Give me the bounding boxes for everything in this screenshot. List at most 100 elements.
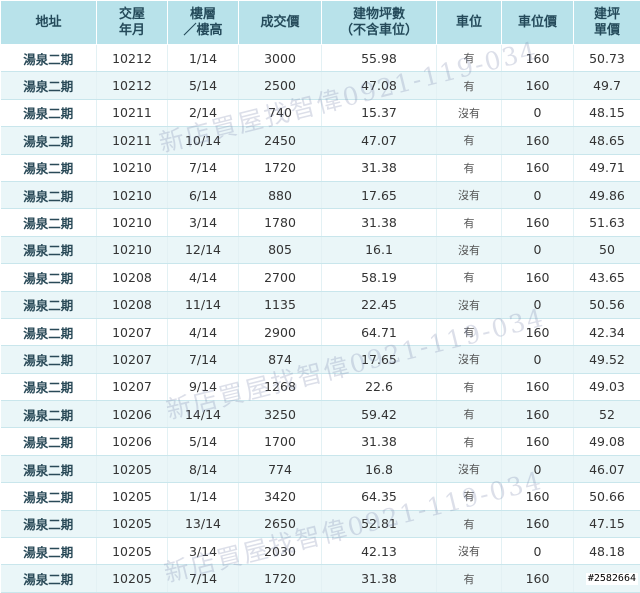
cell-floor: 11/14 [168, 291, 239, 318]
cell-price: 2700 [239, 264, 322, 291]
cell-floor: 2/14 [168, 99, 239, 126]
cell-address: 湯泉二期 [1, 291, 97, 318]
cell-unit-price: 49.71 [574, 154, 640, 181]
cell-parking-price: 160 [502, 483, 574, 510]
cell-area: 22.6 [322, 373, 437, 400]
cell-floor: 9/14 [168, 373, 239, 400]
cell-address: 湯泉二期 [1, 154, 97, 181]
table-header: 地址交屋年月樓層／樓高成交價建物坪數（不含車位）車位車位價建坪單價 [1, 1, 640, 45]
cell-price: 1720 [239, 565, 322, 592]
cell-unit-price: 50.73 [574, 45, 640, 72]
cell-unit-price: 51.63 [574, 209, 640, 236]
cell-price: 2030 [239, 538, 322, 565]
table-row: 湯泉二期102077/1487417.65沒有049.52 [1, 346, 640, 373]
table-row: 湯泉二期102058/1477416.8沒有046.07 [1, 455, 640, 482]
column-header-label: 車位 [437, 15, 501, 31]
cell-floor: 5/14 [168, 72, 239, 99]
table-row: 湯泉二期102121/14300055.98有16050.73 [1, 45, 640, 72]
cell-floor: 5/14 [168, 428, 239, 455]
cell-move-in-date: 10210 [97, 154, 168, 181]
cell-unit-price: 49.52 [574, 346, 640, 373]
cell-parking: 沒有 [437, 99, 502, 126]
cell-parking-price: 0 [502, 291, 574, 318]
cell-parking: 有 [437, 154, 502, 181]
column-header-label: 地址 [1, 15, 96, 31]
cell-parking-price: 160 [502, 318, 574, 345]
cell-area: 31.38 [322, 565, 437, 592]
cell-parking: 有 [437, 209, 502, 236]
column-header-unit-price: 建坪單價 [574, 1, 640, 45]
cell-parking-price: 0 [502, 181, 574, 208]
cell-parking-price: 0 [502, 99, 574, 126]
cell-address: 湯泉二期 [1, 346, 97, 373]
cell-move-in-date: 10210 [97, 236, 168, 263]
cell-parking: 有 [437, 318, 502, 345]
column-header-label: 建坪 [574, 7, 640, 23]
cell-area: 64.71 [322, 318, 437, 345]
cell-floor: 1/14 [168, 45, 239, 72]
cell-price: 805 [239, 236, 322, 263]
table-row: 湯泉二期102053/14203042.13沒有048.18 [1, 538, 640, 565]
cell-move-in-date: 10211 [97, 127, 168, 154]
column-header-label: 成交價 [239, 15, 321, 31]
cell-unit-price: 49.08 [574, 428, 640, 455]
cell-parking: 沒有 [437, 291, 502, 318]
cell-unit-price: 49.86 [574, 181, 640, 208]
cell-parking: 有 [437, 565, 502, 592]
cell-address: 湯泉二期 [1, 510, 97, 537]
cell-move-in-date: 10210 [97, 181, 168, 208]
cell-floor: 6/14 [168, 181, 239, 208]
cell-price: 1268 [239, 373, 322, 400]
cell-floor: 3/14 [168, 538, 239, 565]
cell-price: 740 [239, 99, 322, 126]
cell-move-in-date: 10207 [97, 346, 168, 373]
cell-address: 湯泉二期 [1, 236, 97, 263]
column-header-parking-price: 車位價 [502, 1, 574, 45]
cell-address: 湯泉二期 [1, 565, 97, 592]
cell-floor: 7/14 [168, 154, 239, 181]
cell-unit-price: 49.7 [574, 72, 640, 99]
cell-parking: 有 [437, 72, 502, 99]
cell-area: 42.13 [322, 538, 437, 565]
cell-area: 22.45 [322, 291, 437, 318]
cell-area: 17.65 [322, 181, 437, 208]
table-row: 湯泉二期1020513/14265052.81有16047.15 [1, 510, 640, 537]
cell-unit-price: 50.66 [574, 483, 640, 510]
column-header-label: （不含車位） [322, 23, 436, 39]
table-row: 湯泉二期1020614/14325059.42有16052 [1, 401, 640, 428]
table-row: 湯泉二期1020811/14113522.45沒有050.56 [1, 291, 640, 318]
cell-unit-price: 49.03 [574, 373, 640, 400]
cell-parking-price: 160 [502, 72, 574, 99]
cell-address: 湯泉二期 [1, 538, 97, 565]
cell-parking-price: 160 [502, 565, 574, 592]
column-header-price: 成交價 [239, 1, 322, 45]
cell-parking: 沒有 [437, 455, 502, 482]
cell-move-in-date: 10207 [97, 318, 168, 345]
cell-unit-price: 50 [574, 236, 640, 263]
table-row: 湯泉二期1021110/14245047.07有16048.65 [1, 127, 640, 154]
cell-address: 湯泉二期 [1, 209, 97, 236]
cell-parking: 有 [437, 127, 502, 154]
column-header-label: ／樓高 [168, 23, 238, 39]
cell-price: 874 [239, 346, 322, 373]
table-row: 湯泉二期102057/14172031.38有16049.71 [1, 565, 640, 592]
cell-parking: 沒有 [437, 236, 502, 263]
cell-area: 47.08 [322, 72, 437, 99]
cell-unit-price: 43.65 [574, 264, 640, 291]
column-header-floor: 樓層／樓高 [168, 1, 239, 45]
table-row: 湯泉二期1021012/1480516.1沒有050 [1, 236, 640, 263]
table-row: 湯泉二期102084/14270058.19有16043.65 [1, 264, 640, 291]
cell-move-in-date: 10205 [97, 565, 168, 592]
cell-address: 湯泉二期 [1, 455, 97, 482]
cell-unit-price: 48.65 [574, 127, 640, 154]
table-body: 湯泉二期102121/14300055.98有16050.73湯泉二期10212… [1, 45, 640, 593]
cell-move-in-date: 10205 [97, 483, 168, 510]
cell-move-in-date: 10205 [97, 538, 168, 565]
cell-move-in-date: 10211 [97, 99, 168, 126]
image-id-badge: #2582664 [586, 573, 638, 585]
cell-floor: 13/14 [168, 510, 239, 537]
cell-floor: 7/14 [168, 565, 239, 592]
cell-unit-price: 42.34 [574, 318, 640, 345]
cell-parking-price: 160 [502, 510, 574, 537]
cell-move-in-date: 10206 [97, 401, 168, 428]
